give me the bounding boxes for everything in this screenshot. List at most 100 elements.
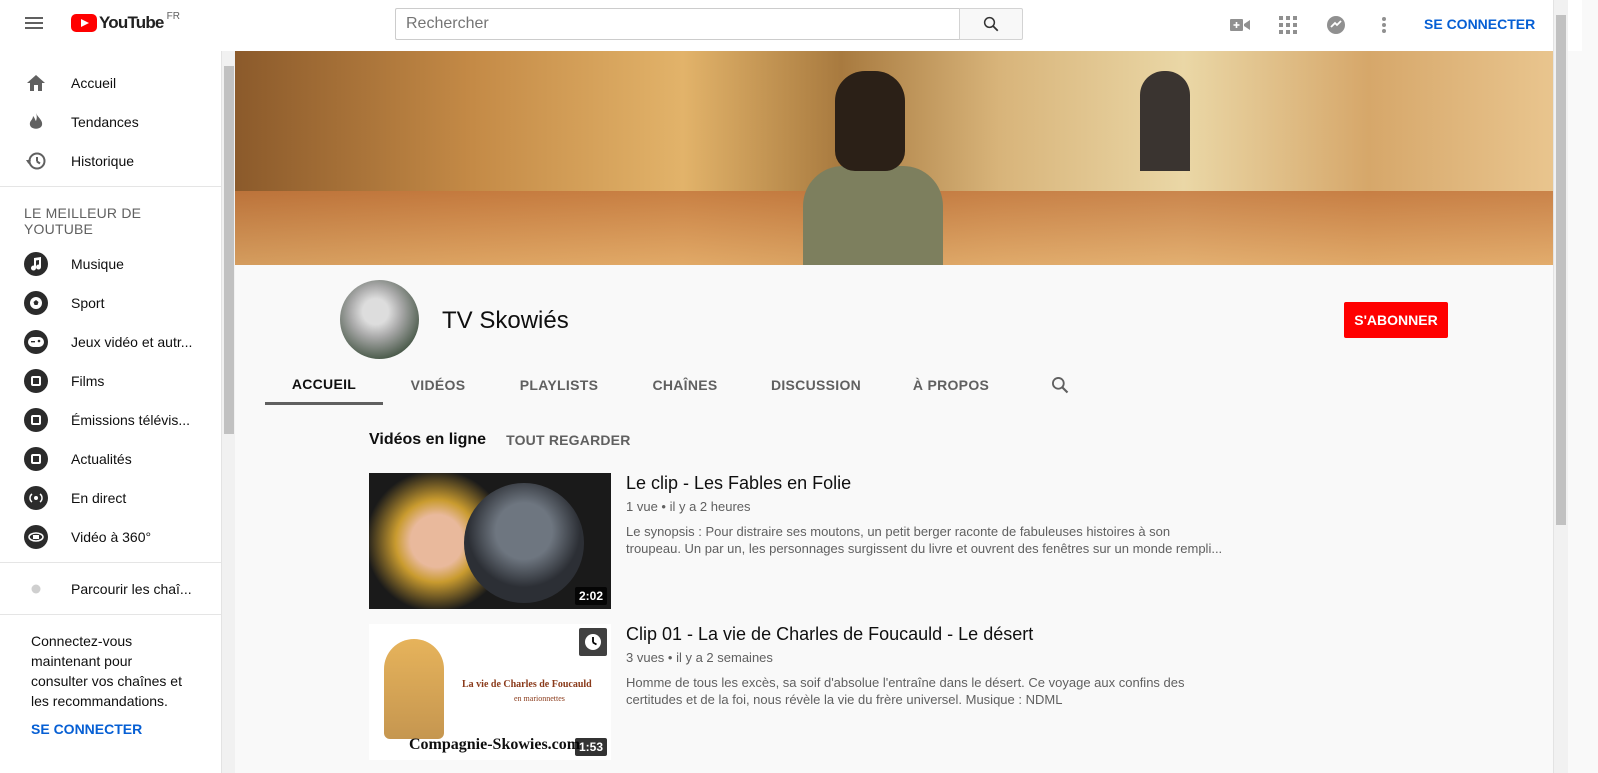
thumbnail-puppet-figure [384, 639, 444, 739]
tv-icon [24, 407, 48, 432]
messages-button[interactable] [1324, 13, 1348, 37]
tab-about[interactable]: À PROPOS [887, 365, 1015, 405]
menu-button[interactable] [22, 14, 46, 38]
tab-playlists[interactable]: PLAYLISTS [493, 365, 625, 405]
video-item: La vie de Charles de Foucauld en marionn… [369, 624, 1229, 764]
youtube-play-icon [71, 14, 97, 32]
thumbnail-subtext: en marionnettes [514, 694, 565, 703]
video-title[interactable]: Clip 01 - La vie de Charles de Foucauld … [626, 624, 1033, 645]
tab-search[interactable] [1015, 365, 1105, 405]
chat-icon [1327, 16, 1345, 34]
video-camera-icon [1230, 19, 1250, 31]
shelf-header: Vidéos en ligne TOUT REGARDER [369, 431, 631, 449]
sidebar-item-music[interactable]: Musique [0, 244, 221, 283]
video-thumbnail[interactable]: La vie de Charles de Foucauld en marionn… [369, 624, 611, 760]
sidebar-scrollbar[interactable] [221, 51, 235, 773]
sidebar-item-label: Musique [71, 255, 124, 272]
sidebar-item-tv[interactable]: Émissions télévis... [0, 400, 221, 439]
history-icon [24, 149, 48, 173]
thumbnail-wolf-puppet [464, 483, 584, 603]
page-scrollbar-thumb[interactable] [1556, 15, 1566, 525]
sidebar-item-label: En direct [71, 489, 127, 506]
apps-button[interactable] [1276, 13, 1300, 37]
sidebar-item-live[interactable]: En direct [0, 478, 221, 517]
see-all-button[interactable]: TOUT REGARDER [506, 432, 630, 448]
search-input[interactable] [395, 8, 959, 40]
apps-grid-icon [1279, 16, 1297, 34]
video-title[interactable]: Le clip - Les Fables en Folie [626, 473, 851, 494]
subscribe-button[interactable]: S'ABONNER [1344, 302, 1448, 338]
tab-videos[interactable]: VIDÉOS [383, 365, 493, 405]
sidebar-item-news[interactable]: Actualités [0, 439, 221, 478]
sidebar-section-title: LE MEILLEUR DE YOUTUBE [24, 205, 142, 237]
clock-icon [585, 634, 601, 650]
sidebar-item-label: Accueil [71, 74, 117, 91]
page-scrollbar[interactable] [1553, 0, 1568, 773]
hamburger-line [25, 27, 43, 29]
sidebar-item-label: Jeux vidéo et autr... [71, 333, 193, 350]
sidebar-item-label: Vidéo à 360° [71, 528, 152, 545]
tab-home[interactable]: ACCUEIL [265, 365, 383, 405]
settings-button[interactable] [1372, 13, 1396, 37]
hamburger-line [25, 22, 43, 24]
thumbnail-text: La vie de Charles de Foucauld [462, 679, 592, 690]
banner-puppet-body [803, 166, 943, 265]
signin-button[interactable]: SE CONNECTER [1424, 16, 1535, 32]
360-icon [24, 524, 48, 549]
news-icon [24, 446, 48, 471]
music-icon [24, 251, 48, 276]
search-bar [395, 8, 1023, 40]
sidebar-item-home[interactable]: Accueil [0, 63, 221, 102]
home-icon [24, 71, 48, 95]
gaming-icon [24, 329, 48, 354]
video-meta: 1 vue • il y a 2 heures [626, 499, 751, 514]
sidebar-connect-text: Connectez-vous maintenant pour consulter… [31, 633, 182, 709]
sidebar-item-label: Films [71, 372, 105, 389]
banner-door [1140, 71, 1190, 171]
film-icon [24, 368, 48, 393]
video-thumbnail[interactable]: 2:02 [369, 473, 611, 609]
upload-button[interactable] [1228, 13, 1252, 37]
sidebar-item-history[interactable]: Historique [0, 141, 221, 180]
hamburger-line [25, 17, 43, 19]
sidebar-item-label: Parcourir les chaî... [71, 580, 192, 597]
video-description: Le synopsis : Pour distraire ses moutons… [626, 524, 1223, 556]
browse-channels-icon [24, 577, 48, 601]
more-vertical-icon [1382, 17, 1386, 33]
channel-content: Vidéos en ligne TOUT REGARDER 2:02 Le cl… [235, 405, 1553, 773]
sidebar-item-sport[interactable]: Sport [0, 283, 221, 322]
sidebar-item-label: Sport [71, 294, 105, 311]
shelf-title[interactable]: Vidéos en ligne [369, 431, 486, 449]
top-icons [1228, 13, 1396, 37]
sidebar-signin-link[interactable]: SE CONNECTER [0, 721, 221, 737]
sidebar-divider [0, 186, 221, 187]
search-icon [1052, 377, 1069, 394]
sidebar-item-gaming[interactable]: Jeux vidéo et autr... [0, 322, 221, 361]
sidebar-item-360[interactable]: Vidéo à 360° [0, 517, 221, 556]
channel-tabs: ACCUEIL VIDÉOS PLAYLISTS CHAÎNES DISCUSS… [265, 365, 1105, 405]
youtube-logo[interactable]: YouTube FR [71, 10, 180, 33]
sidebar-divider [0, 562, 221, 563]
sidebar-item-label: Tendances [71, 113, 139, 130]
search-icon [983, 16, 999, 32]
video-meta: 3 vues • il y a 2 semaines [626, 650, 773, 665]
sport-icon [24, 290, 48, 315]
sidebar: Accueil Tendances Historique LE MEILLEUR… [0, 51, 221, 773]
thumbnail-website: Compagnie-Skowies.com [409, 736, 581, 753]
sidebar-item-films[interactable]: Films [0, 361, 221, 400]
fire-icon [24, 110, 48, 134]
tab-channels[interactable]: CHAÎNES [625, 365, 745, 405]
sidebar-item-label: Historique [71, 152, 135, 169]
sidebar-item-trending[interactable]: Tendances [0, 102, 221, 141]
sidebar-item-browse-channels[interactable]: Parcourir les chaî... [0, 569, 221, 608]
sidebar-item-label: Actualités [71, 450, 132, 467]
video-description: Homme de tous les excès, sa soif d'absol… [626, 675, 1185, 707]
search-button[interactable] [959, 8, 1023, 40]
channel-avatar[interactable] [340, 280, 419, 359]
logo-country: FR [166, 10, 180, 22]
sidebar-scrollbar-thumb[interactable] [224, 66, 234, 434]
channel-banner [235, 51, 1553, 265]
tab-discussion[interactable]: DISCUSSION [745, 365, 887, 405]
sidebar-item-label: Émissions télévis... [71, 411, 191, 428]
watch-later-button[interactable] [579, 628, 607, 656]
